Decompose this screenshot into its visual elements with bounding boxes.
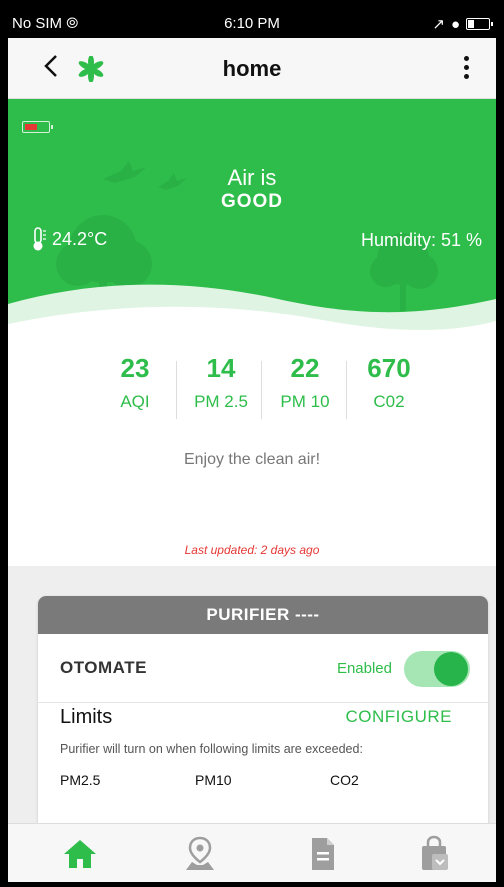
temperature-value: 24.2°C: [52, 228, 108, 249]
metric-pm10: 22 PM 10: [260, 353, 350, 412]
air-metrics: 23 AQI 14 PM 2.5 22 PM 10 670 C02: [8, 353, 496, 433]
alarm-icon: ●: [450, 15, 460, 33]
metric-label: AQI: [120, 392, 150, 411]
air-message: Enjoy the clean air!: [183, 451, 321, 468]
shopping-bag-icon[interactable]: [414, 834, 454, 874]
otomate-row: OTOMATE Enabled: [38, 634, 488, 703]
bottom-navigation: [8, 823, 496, 882]
otomate-toggle[interactable]: [404, 651, 470, 687]
location-arrow-icon: ↗: [432, 16, 445, 33]
home-icon[interactable]: [60, 834, 100, 874]
metric-label: PM 2.5: [194, 392, 248, 411]
map-pin-icon[interactable]: [180, 834, 220, 874]
more-vertical-icon: [463, 55, 469, 61]
temperature-reading: 24.2°C: [32, 227, 107, 251]
hero-background-illustration: [8, 161, 496, 339]
status-time: 6:10 PM: [224, 15, 280, 32]
humidity-reading: Humidity: 51 %: [360, 230, 482, 250]
status-icons: ↗ ●: [432, 15, 493, 33]
metric-value: 22: [290, 353, 320, 383]
phone-screen: No SIM ⦾ 6:10 PM ↗ ● home Air is GOOD 24…: [8, 8, 496, 882]
otomate-label: OTOMATE: [60, 658, 147, 677]
purifier-card: PURIFIER ---- OTOMATE Enabled Limits CON…: [38, 596, 488, 836]
metric-value: 670: [367, 353, 411, 383]
metric-value: 23: [120, 353, 150, 383]
metric-co2: 670 C02: [344, 353, 434, 412]
metric-label: PM 10: [280, 392, 330, 411]
phone-battery-icon: [466, 18, 493, 30]
enabled-label: Enabled: [336, 660, 392, 677]
metric-pm25: 14 PM 2.5: [176, 353, 266, 412]
limits-description: Purifier will turn on when following lim…: [60, 742, 363, 756]
limit-pm25-header: PM2.5: [60, 772, 101, 788]
configure-button[interactable]: CONFIGURE: [346, 707, 453, 727]
limits-title: Limits: [60, 706, 113, 728]
toggle-knob: [434, 652, 468, 686]
thermometer-icon: [33, 227, 46, 251]
air-status-value: GOOD: [220, 191, 284, 212]
air-quality-hero: Air is GOOD 24.2°C Humidity: 51 %: [8, 99, 496, 339]
limit-pm10-header: PM10: [195, 772, 232, 788]
metric-label: C02: [373, 392, 405, 411]
purifier-card-header: PURIFIER ----: [38, 596, 488, 634]
air-status-caption: Air is: [227, 165, 277, 190]
document-icon[interactable]: [302, 834, 342, 874]
metric-aqi: 23 AQI: [90, 353, 180, 412]
overflow-menu-button[interactable]: [460, 52, 472, 82]
page-title: home: [222, 56, 282, 81]
limit-co2-header: CO2: [330, 772, 359, 788]
status-bar: No SIM ⦾ 6:10 PM ↗ ●: [8, 8, 496, 38]
app-bar: home: [8, 38, 496, 99]
metric-value: 14: [206, 353, 236, 383]
device-battery-icon: [22, 121, 53, 133]
last-updated-text: Last updated: 2 days ago: [184, 543, 320, 557]
